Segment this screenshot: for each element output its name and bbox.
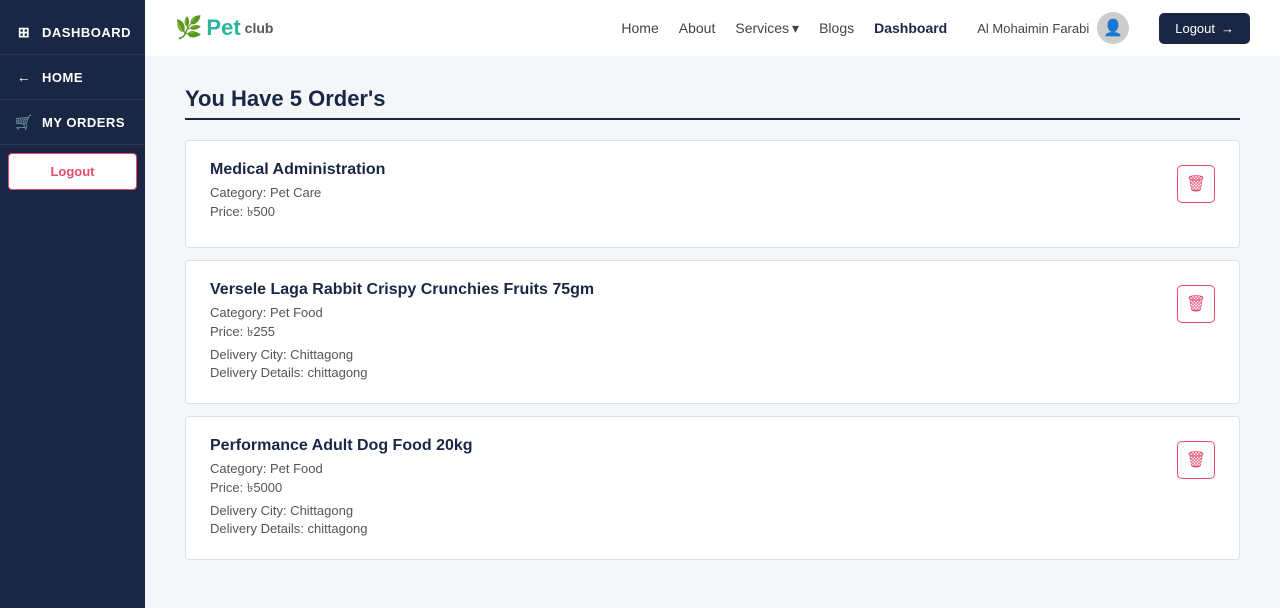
orders-list: Medical Administration Category: Pet Car… xyxy=(185,140,1240,560)
title-divider xyxy=(185,118,1240,120)
main-content: 🌿 Pet club Home About Services ▾ Blogs D… xyxy=(145,0,1280,608)
order-card: Medical Administration Category: Pet Car… xyxy=(185,140,1240,248)
chevron-down-icon: ▾ xyxy=(792,20,799,37)
order-price: Price: ৳5000 xyxy=(210,479,473,500)
navbar: 🌿 Pet club Home About Services ▾ Blogs D… xyxy=(145,0,1280,56)
username-label: Al Mohaimin Farabi xyxy=(977,21,1089,36)
order-category: Category: Pet Care xyxy=(210,185,385,200)
trash-icon: 🗑 xyxy=(1186,294,1206,314)
sidebar-item-home[interactable]: ← HOME xyxy=(0,55,145,100)
brand-club: club xyxy=(245,20,274,36)
nav-services[interactable]: Services ▾ xyxy=(735,20,799,37)
page-title: You Have 5 Order's xyxy=(185,86,1240,112)
sidebar-item-my-orders[interactable]: 🛒 MY ORDERS xyxy=(0,100,145,145)
order-category: Category: Pet Food xyxy=(210,461,473,476)
order-category: Category: Pet Food xyxy=(210,305,594,320)
order-price: Price: ৳255 xyxy=(210,323,594,344)
order-delivery-city: Delivery City: Chittagong xyxy=(210,503,473,518)
order-card: Performance Adult Dog Food 20kg Category… xyxy=(185,416,1240,560)
sidebar-item-dashboard[interactable]: ⊞ DASHBOARD xyxy=(0,10,145,55)
nav-dashboard[interactable]: Dashboard xyxy=(874,20,947,36)
delete-order-button[interactable]: 🗑 xyxy=(1177,285,1215,323)
trash-icon: 🗑 xyxy=(1186,450,1206,470)
order-title: Versele Laga Rabbit Crispy Crunchies Fru… xyxy=(210,281,594,299)
sidebar-logout-button[interactable]: Logout xyxy=(8,153,137,190)
sidebar: ⊞ DASHBOARD ← HOME 🛒 MY ORDERS Logout xyxy=(0,0,145,608)
order-delivery-details: Delivery Details: chittagong xyxy=(210,521,473,536)
order-info: Versele Laga Rabbit Crispy Crunchies Fru… xyxy=(210,281,594,383)
nav-home[interactable]: Home xyxy=(621,20,658,36)
logout-icon: → xyxy=(1221,21,1234,36)
nav-about[interactable]: About xyxy=(679,20,716,36)
order-card: Versele Laga Rabbit Crispy Crunchies Fru… xyxy=(185,260,1240,404)
avatar: 👤 xyxy=(1097,12,1129,44)
navbar-logout-button[interactable]: Logout → xyxy=(1159,13,1250,44)
order-info: Medical Administration Category: Pet Car… xyxy=(210,161,385,227)
page-content: You Have 5 Order's Medical Administratio… xyxy=(145,56,1280,608)
cart-icon: 🛒 xyxy=(14,112,34,132)
paw-icon: 🌿 xyxy=(175,15,202,41)
order-title: Medical Administration xyxy=(210,161,385,179)
delete-order-button[interactable]: 🗑 xyxy=(1177,441,1215,479)
delete-order-button[interactable]: 🗑 xyxy=(1177,165,1215,203)
order-delivery-details: Delivery Details: chittagong xyxy=(210,365,594,380)
brand-pet: Pet xyxy=(206,15,240,41)
brand: 🌿 Pet club xyxy=(175,15,273,41)
order-price: Price: ৳500 xyxy=(210,203,385,224)
nav-user: Al Mohaimin Farabi 👤 xyxy=(977,12,1129,44)
order-info: Performance Adult Dog Food 20kg Category… xyxy=(210,437,473,539)
order-delivery-city: Delivery City: Chittagong xyxy=(210,347,594,362)
nav-blogs[interactable]: Blogs xyxy=(819,20,854,36)
dashboard-icon: ⊞ xyxy=(14,22,34,42)
nav-links: Home About Services ▾ Blogs Dashboard Al… xyxy=(621,12,1250,44)
home-icon: ← xyxy=(14,67,34,87)
order-title: Performance Adult Dog Food 20kg xyxy=(210,437,473,455)
trash-icon: 🗑 xyxy=(1186,174,1206,194)
